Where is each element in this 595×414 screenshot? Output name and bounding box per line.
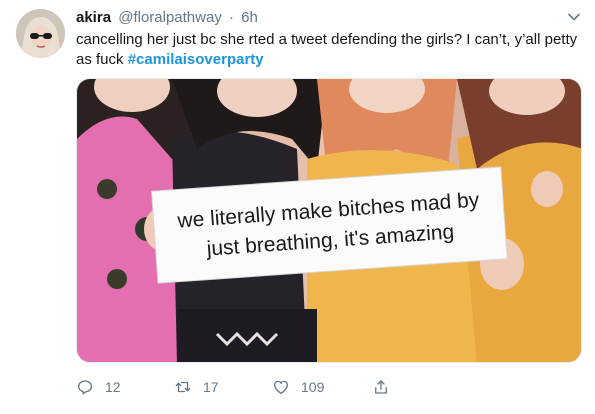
like-count: 109 <box>301 379 325 395</box>
share-icon <box>375 380 387 394</box>
retweet-icon <box>175 381 191 393</box>
avatar-image <box>16 9 65 58</box>
retweet-button[interactable]: 17 <box>174 375 219 399</box>
retweet-count: 17 <box>203 379 219 395</box>
like-button[interactable]: 109 <box>272 375 324 399</box>
like-icon <box>273 380 289 395</box>
hashtag-link[interactable]: #camilaisoverparty <box>128 51 264 68</box>
timestamp[interactable]: 6h <box>241 9 258 26</box>
reply-count: 12 <box>105 379 121 395</box>
tweet-text: cancelling her just bc she rted a tweet … <box>76 30 582 70</box>
avatar[interactable] <box>16 9 65 58</box>
tweet[interactable]: akira @floralpathway · 6h cancelling her… <box>0 0 595 414</box>
separator-dot: · <box>229 9 234 26</box>
reply-button[interactable]: 12 <box>76 375 121 399</box>
author-name[interactable]: akira <box>76 9 111 26</box>
share-button[interactable] <box>372 375 390 399</box>
tweet-media[interactable]: we literally make bitches mad by just br… <box>76 78 582 363</box>
tweet-header: akira @floralpathway · 6h <box>76 9 258 27</box>
caret-down-icon[interactable] <box>566 9 582 25</box>
reply-icon <box>77 380 93 395</box>
media-image: we literally make bitches mad by just br… <box>77 79 581 362</box>
tweet-actions: 12 17 109 <box>76 375 582 399</box>
author-handle[interactable]: @floralpathway <box>118 9 222 26</box>
